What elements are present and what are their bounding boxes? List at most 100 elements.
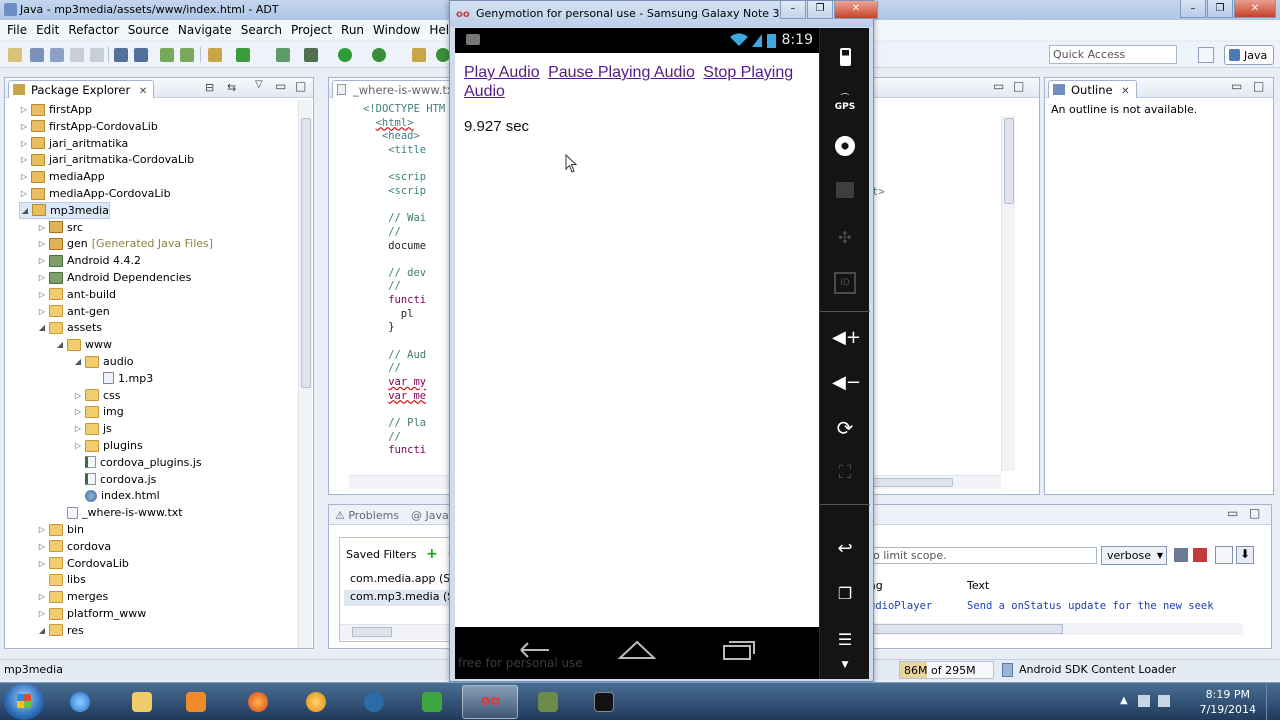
collapsed-arrow-icon[interactable]: ▷	[19, 189, 29, 198]
close-icon[interactable]: ✕	[1121, 86, 1129, 97]
collapse-all-icon[interactable]: ⊟	[205, 81, 214, 94]
tree-item[interactable]: ◢ res	[37, 622, 84, 639]
network-icon[interactable]	[1138, 695, 1150, 707]
collapsed-arrow-icon[interactable]: ▷	[37, 592, 47, 601]
external-tools-icon[interactable]	[372, 48, 386, 62]
play-audio-link[interactable]: Play Audio	[464, 64, 540, 81]
upload-icon[interactable]	[114, 48, 128, 62]
tree-item[interactable]: ▷ firstApp-CordovaLib	[19, 118, 158, 135]
collapsed-arrow-icon[interactable]: ▷	[19, 139, 29, 148]
nav-home-icon[interactable]	[617, 639, 657, 661]
tree-item[interactable]: cordova.js	[73, 471, 156, 488]
java-perspective-button[interactable]: Java	[1224, 45, 1274, 65]
taskbar-genymotion[interactable]: oo	[462, 685, 518, 719]
expanded-arrow-icon[interactable]: ◢	[37, 323, 47, 332]
menu-navigate[interactable]: Navigate	[178, 23, 232, 37]
menu-source[interactable]: Source	[128, 23, 169, 37]
tree-item[interactable]: ▷ ant-gen	[37, 303, 110, 320]
adt-close-button[interactable]: ✕	[1234, 0, 1276, 18]
adt-minimize-button[interactable]: –	[1180, 0, 1206, 18]
minimize-view-icon[interactable]: ▭	[275, 79, 286, 93]
link-editor-icon[interactable]: ⇆	[227, 81, 236, 94]
tree-item[interactable]: ▷ js	[73, 420, 112, 437]
genymotion-close-button[interactable]: ✕	[834, 1, 878, 19]
collapsed-arrow-icon[interactable]: ▷	[37, 256, 47, 265]
editor-minimize-icon[interactable]: ▭	[993, 79, 1004, 93]
collapsed-arrow-icon[interactable]: ▷	[37, 290, 47, 299]
editor-hscroll-thumb[interactable]	[867, 478, 953, 487]
toggle-filters-icon[interactable]	[1215, 546, 1233, 564]
save-all-icon[interactable]	[50, 48, 64, 62]
collapsed-arrow-icon[interactable]: ▷	[19, 172, 29, 181]
check-icon[interactable]	[236, 48, 250, 62]
collapsed-arrow-icon[interactable]: ▷	[37, 525, 47, 534]
log-hscroll-thumb[interactable]	[869, 624, 1063, 634]
collapsed-arrow-icon[interactable]: ▷	[37, 609, 47, 618]
open-perspective-icon[interactable]	[1198, 47, 1214, 63]
collapsed-arrow-icon[interactable]: ▷	[19, 122, 29, 131]
tree-item[interactable]: 1.mp3	[91, 370, 153, 387]
menu-refactor[interactable]: Refactor	[68, 23, 118, 37]
tree-item[interactable]: ▷ firstApp	[19, 101, 92, 118]
taskbar-explorer[interactable]	[114, 685, 170, 719]
menu-project[interactable]: Project	[291, 23, 332, 37]
outline-tab[interactable]: Outline ✕	[1048, 80, 1137, 98]
collapsed-arrow-icon[interactable]: ▷	[73, 441, 83, 450]
col-text-header[interactable]: Text	[967, 579, 989, 592]
tree-item[interactable]: ◢ www	[55, 336, 112, 353]
tree-item[interactable]: ▷ cordova	[37, 538, 111, 555]
package-explorer-scroll-thumb[interactable]	[301, 118, 311, 388]
expanded-arrow-icon[interactable]: ◢	[73, 357, 83, 366]
expanded-arrow-icon[interactable]: ◢	[37, 626, 47, 635]
new-class-icon[interactable]	[436, 48, 450, 62]
tray-clock[interactable]: 8:19 PM 7/19/2014	[1200, 687, 1256, 717]
tree-item[interactable]: ▷ mediaApp-CordovaLib	[19, 185, 171, 202]
logcat-search-input[interactable]: o limit scope.	[869, 547, 1097, 564]
genymotion-maximize-button[interactable]: ❐	[807, 1, 833, 19]
taskbar-app-sp[interactable]	[346, 685, 402, 719]
plugin-icon[interactable]	[276, 48, 290, 62]
pause-audio-link[interactable]: Pause Playing Audio	[548, 64, 695, 81]
save-log-icon[interactable]	[1174, 548, 1188, 562]
recent-apps-icon[interactable]: ❐	[832, 584, 858, 608]
clear-log-icon[interactable]	[1193, 548, 1207, 562]
menu-run[interactable]: Run	[341, 23, 364, 37]
scroll-lock-icon[interactable]: ⬇	[1236, 546, 1254, 564]
maximize-view-icon[interactable]: □	[295, 79, 306, 93]
run-icon[interactable]	[338, 48, 352, 62]
menu-file[interactable]: File	[7, 23, 27, 37]
taskbar-brackets[interactable]	[404, 685, 460, 719]
tree-item[interactable]: ▷ img	[73, 403, 124, 420]
print-all-icon[interactable]	[90, 48, 104, 62]
bottom-minimize-icon[interactable]: ▭	[1227, 506, 1238, 520]
tree-item[interactable]: ▷ src	[37, 219, 83, 236]
debug-icon[interactable]	[304, 48, 318, 62]
print-icon[interactable]	[70, 48, 84, 62]
tree-item[interactable]: ◢ assets	[37, 319, 102, 336]
volume-down-icon[interactable]: ◀−	[832, 372, 861, 396]
genymotion-minimize-button[interactable]: –	[780, 1, 806, 19]
start-button[interactable]	[4, 684, 44, 720]
menu-window[interactable]: Window	[373, 23, 420, 37]
collapsed-arrow-icon[interactable]: ▷	[73, 391, 83, 400]
editor-tab[interactable]: _where-is-www.txt	[332, 80, 466, 98]
editor-maximize-icon[interactable]: □	[1013, 79, 1024, 93]
package-explorer-scrollbar[interactable]	[298, 100, 312, 648]
taskbar-firefox[interactable]	[230, 685, 286, 719]
taskbar-ie[interactable]	[52, 685, 108, 719]
nav-recent-apps-icon[interactable]	[721, 639, 757, 661]
close-icon[interactable]: ✕	[139, 86, 147, 97]
save-icon[interactable]	[30, 48, 44, 62]
log-level-select[interactable]: verbose	[1101, 546, 1167, 565]
tree-item[interactable]: ▷ ant-build	[37, 286, 116, 303]
taskbar-app-orange[interactable]	[288, 685, 344, 719]
tree-item[interactable]: index.html	[73, 487, 160, 504]
collapsed-arrow-icon[interactable]: ▷	[73, 424, 83, 433]
battery-icon[interactable]	[832, 48, 858, 72]
adt-maximize-button[interactable]: ❐	[1207, 0, 1233, 18]
tree-item[interactable]: ▷ merges	[37, 588, 108, 605]
tree-item[interactable]: ▷ jari_aritmatika-CordovaLib	[19, 151, 194, 168]
tree-item[interactable]: _where-is-www.txt	[55, 504, 183, 521]
view-menu-icon[interactable]: ▽	[255, 79, 263, 90]
expanded-arrow-icon[interactable]: ◢	[20, 206, 30, 215]
